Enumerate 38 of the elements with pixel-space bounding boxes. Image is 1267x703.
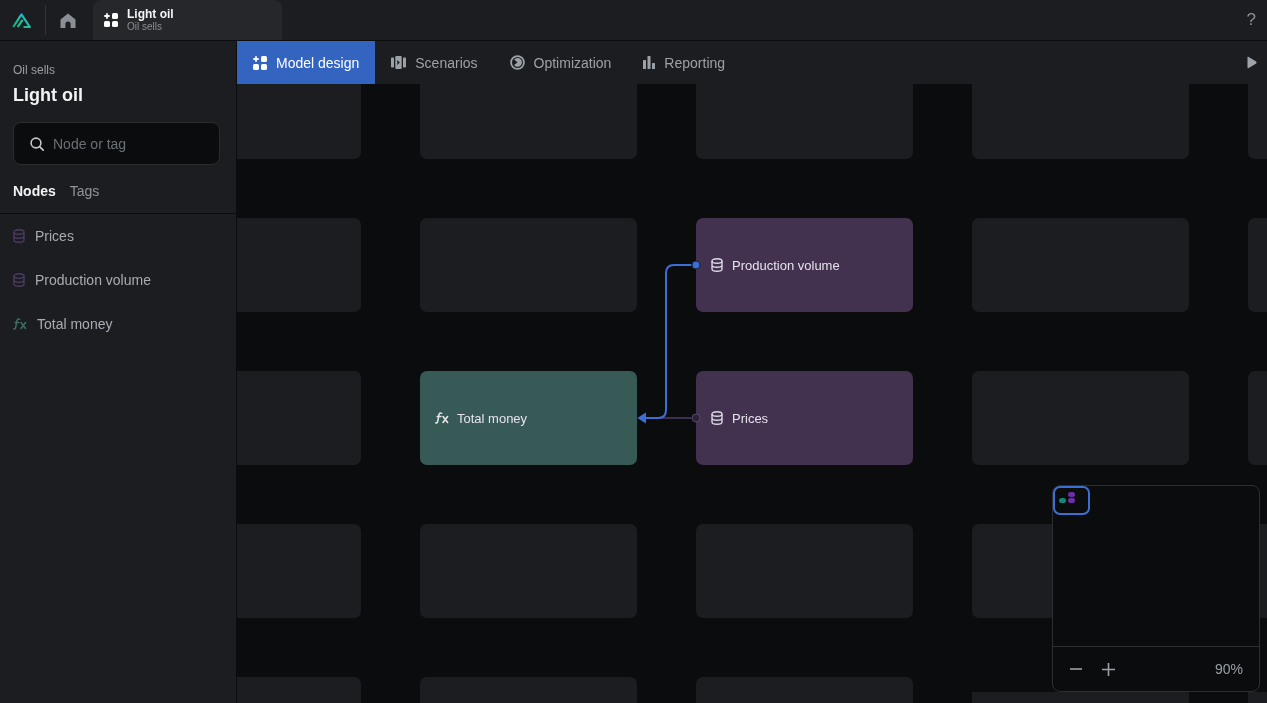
gauge-icon	[509, 55, 525, 70]
function-icon	[13, 318, 27, 330]
bar-chart-icon	[643, 56, 656, 69]
view-tab[interactable]: Reporting	[627, 41, 742, 84]
view-tab[interactable]: Model design	[237, 41, 376, 84]
view-tab[interactable]: Scenarios	[375, 41, 494, 84]
help-button[interactable]: ?	[1244, 10, 1258, 30]
sidebar-tab[interactable]: Tags	[69, 181, 100, 201]
empty-slot	[1248, 692, 1267, 703]
data-node[interactable]: Production volume	[696, 218, 913, 312]
minimap-node-icon	[1059, 498, 1066, 503]
zoom-level-text: 90%	[1214, 661, 1243, 677]
node-list-item[interactable]: Total money	[0, 302, 236, 346]
play-icon	[1247, 56, 1257, 69]
model-title: Light oil	[13, 84, 83, 106]
view-tab[interactable]: Optimization	[493, 41, 628, 84]
search-field[interactable]: Node or tag	[13, 122, 220, 165]
data-node[interactable]: Prices	[696, 371, 913, 465]
database-icon	[711, 258, 723, 272]
document-tab[interactable]: Light oil Oil sells	[93, 0, 282, 40]
film-icon	[391, 56, 407, 69]
function-icon	[435, 412, 449, 424]
logo-icon	[12, 12, 31, 28]
database-icon	[711, 411, 723, 425]
minus-icon	[1070, 668, 1082, 670]
database-icon	[13, 229, 25, 243]
grid-icon	[104, 13, 118, 27]
output-port-icon[interactable]	[691, 260, 701, 270]
model-subtitle: Oil sells	[13, 63, 55, 77]
plus-icon	[1101, 662, 1115, 676]
grid-icon	[253, 55, 267, 70]
node-list-item[interactable]: Prices	[0, 214, 236, 258]
search-icon	[30, 137, 44, 151]
node-list-item[interactable]: Production volume	[0, 258, 236, 302]
home-icon	[60, 12, 76, 28]
database-icon	[13, 273, 25, 287]
formula-node[interactable]: Total money	[420, 371, 637, 465]
sidebar-tab[interactable]: Nodes	[13, 181, 56, 201]
